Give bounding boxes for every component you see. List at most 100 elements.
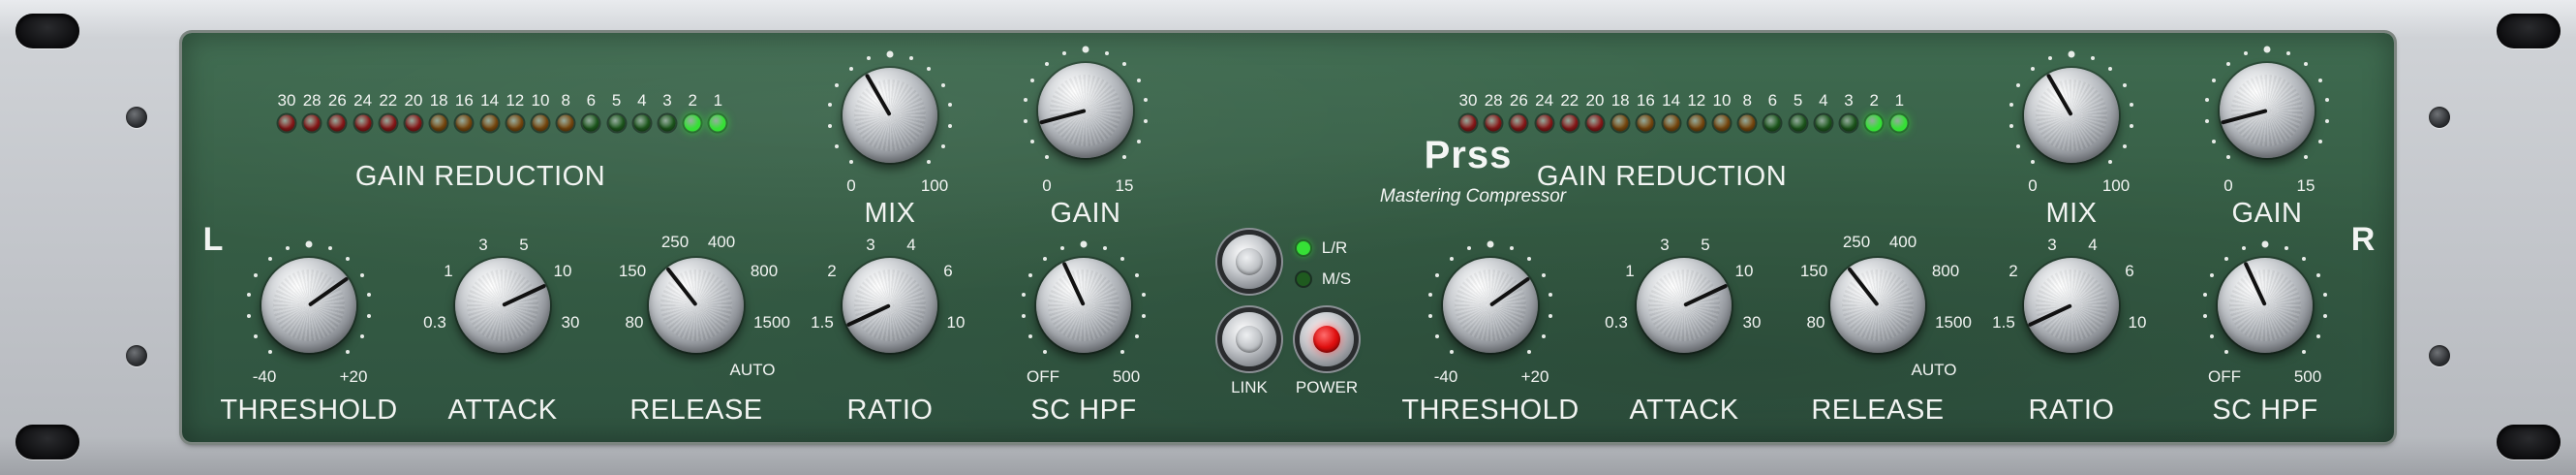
- knob-scale-dot: [2315, 272, 2320, 277]
- release-tick-label: 80: [1806, 313, 1825, 332]
- knob-scale-dot: [2325, 118, 2330, 123]
- knob-scale-dot: [1030, 139, 1035, 143]
- meter-scale-label: 24: [1535, 91, 1554, 110]
- knob-scale-dot: [2302, 350, 2307, 355]
- power-button[interactable]: [1300, 312, 1354, 366]
- sc-hpf-max-label: 500: [2293, 367, 2322, 386]
- meter-led: [430, 114, 447, 132]
- knob-scale-dot: [2325, 98, 2330, 103]
- meter-led: [1611, 114, 1629, 132]
- knob-scale-dot: [1120, 350, 1125, 355]
- knob-scale-dot: [359, 272, 364, 277]
- meter-led: [1840, 114, 1857, 132]
- mix-min-label: 0: [2028, 176, 2038, 195]
- meter-led: [1561, 114, 1579, 132]
- knob-scale-dot: [1527, 256, 1532, 261]
- knob-scale-dot: [2009, 103, 2013, 108]
- channel-label-left: L: [202, 221, 224, 258]
- meter-scale-label: 4: [1819, 91, 1828, 110]
- meter-scale-label: 10: [531, 91, 550, 110]
- release-tick-label: 800: [1931, 262, 1960, 280]
- ratio-tick-label: 6: [943, 262, 953, 280]
- attack-tick-label: 30: [1742, 313, 1762, 332]
- attack-label: ATTACK: [1629, 395, 1739, 426]
- knob-scale-dot: [1021, 313, 1026, 318]
- meter-scale-label: 4: [637, 91, 647, 110]
- knob-scale-dot: [2108, 66, 2113, 71]
- meter-scale-label: 28: [1484, 91, 1503, 110]
- meter-led: [1815, 114, 1832, 132]
- link-button[interactable]: [1222, 312, 1276, 366]
- meter-scale-label: 6: [1767, 91, 1778, 110]
- knob-scale-dot: [1044, 155, 1049, 160]
- meter-led: [405, 114, 422, 132]
- meter-scale-label: 8: [1742, 91, 1752, 110]
- attack-tick-label: 0.3: [1605, 313, 1628, 332]
- knob-scale-dot: [2285, 50, 2290, 55]
- threshold-label: THRESHOLD: [1401, 395, 1579, 426]
- meter-scale-label: 14: [480, 91, 500, 110]
- ratio-tick-label: 2: [2009, 262, 2018, 280]
- meter-scale-label: 5: [1793, 91, 1803, 110]
- attack-tick-label: 1: [444, 262, 453, 280]
- sc-hpf-min-label: OFF: [2208, 367, 2241, 386]
- meter-scale-label: 8: [561, 91, 570, 110]
- sc-hpf-label: SC HPF: [2212, 395, 2318, 426]
- meter-scale-label: 24: [353, 91, 373, 110]
- screw-icon: [126, 345, 147, 366]
- meter-led: [582, 114, 599, 132]
- knob-scale-dot: [1028, 272, 1033, 277]
- knob-scale-dot: [1060, 245, 1065, 250]
- rack-mount-slot: [2497, 425, 2561, 459]
- knob-scale-dot: [886, 50, 894, 58]
- meter-led: [455, 114, 473, 132]
- meter-led: [380, 114, 397, 132]
- meter-scale-label: 26: [1509, 91, 1528, 110]
- knob-scale-dot: [2261, 240, 2269, 248]
- meter-scale-label: 28: [302, 91, 322, 110]
- knob-scale-dot: [2323, 293, 2328, 298]
- meter-scale-label: 20: [1585, 91, 1605, 110]
- sc-hpf-max-label: 500: [1112, 367, 1141, 386]
- knob-scale-dot: [2090, 55, 2095, 60]
- knob-scale-dot: [2130, 123, 2134, 128]
- knob-scale-dot: [908, 55, 913, 60]
- knob-scale-dot: [1021, 293, 1026, 298]
- knob-scale-dot: [1435, 272, 1440, 277]
- channel-label-right: R: [2350, 221, 2376, 258]
- mode-led-ms: [1297, 272, 1310, 286]
- ratio-tick-label: 6: [2125, 262, 2134, 280]
- compressor-faceplate: L GAIN REDUCTION 30 28 26 24 22 20 18 16 14 12 10 8…: [182, 33, 2394, 442]
- gain-label: GAIN: [2231, 198, 2303, 229]
- ratio-tick-label: 3: [866, 236, 875, 254]
- knob-scale-dot: [254, 272, 259, 277]
- knob-scale-dot: [1062, 50, 1067, 55]
- knob-scale-dot: [1142, 313, 1147, 318]
- ratio-tick-label: 1.5: [1992, 313, 2015, 332]
- meter-led: [481, 114, 499, 132]
- meter-scale-label: 22: [1560, 91, 1579, 110]
- knob-scale-dot: [1467, 245, 1472, 250]
- knob-scale-dot: [1527, 350, 1532, 355]
- knob-scale-dot: [2122, 82, 2127, 87]
- knob-scale-dot: [1144, 98, 1149, 103]
- mode-toggle-button[interactable]: [1222, 235, 1276, 289]
- knob-scale-dot: [1435, 333, 1440, 338]
- knob-scale-dot: [1120, 256, 1125, 261]
- meter-led: [1459, 114, 1477, 132]
- meter-led: [1713, 114, 1731, 132]
- knob-scale-dot: [2225, 155, 2230, 160]
- knob-scale-dot: [1449, 256, 1454, 261]
- knob-scale-dot: [2210, 272, 2215, 277]
- meter-scale-label: 3: [662, 91, 672, 110]
- meter-scale-label: 5: [611, 91, 622, 110]
- brand-logo: Prss: [1424, 134, 1513, 176]
- release-tick-label: 400: [1888, 233, 1917, 251]
- knob-scale-dot: [2130, 103, 2134, 108]
- meter-scale-label: 16: [1636, 91, 1655, 110]
- knob-scale-dot: [2108, 160, 2113, 165]
- meter-scale-label: 12: [506, 91, 525, 110]
- link-label: LINK: [1231, 378, 1268, 396]
- knob-scale-dot: [327, 245, 332, 250]
- meter-scale-label: 12: [1687, 91, 1706, 110]
